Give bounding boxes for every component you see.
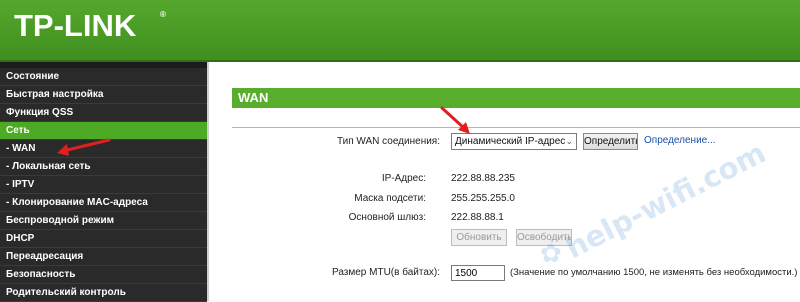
tp-link-logo: TP-LINK ® (14, 8, 166, 43)
sidebar-item-status[interactable]: Состояние (0, 68, 207, 86)
sidebar-item-quick-setup[interactable]: Быстрая настройка (0, 86, 207, 104)
sidebar-item-wireless[interactable]: Беспроводной режим (0, 212, 207, 230)
sidebar-item-security[interactable]: Безопасность (0, 266, 207, 284)
mtu-label: Размер MTU(в байтах): (331, 267, 440, 278)
sidebar-item-mac-clone[interactable]: - Клонирование MAC-адреса (0, 194, 207, 212)
detect-button[interactable]: Определить (583, 133, 638, 150)
sidebar-item-parental-control[interactable]: Родительский контроль (0, 284, 207, 302)
trademark-symbol: ® (160, 10, 166, 19)
gateway-value: 222.88.88.1 (451, 212, 504, 223)
mtu-input[interactable] (451, 265, 505, 281)
ip-address-label: IP-Адрес: (381, 173, 426, 184)
header-bar: TP-LINK ® (0, 0, 800, 62)
subnet-mask-value: 255.255.255.0 (451, 193, 515, 204)
wifi-icon: ✿ (540, 238, 562, 268)
renew-button[interactable]: Обновить (451, 229, 507, 246)
sidebar-item-qss[interactable]: Функция QSS (0, 104, 207, 122)
chevron-down-icon: ⌄ (565, 136, 573, 146)
sidebar: Состояние Быстрая настройка Функция QSS … (0, 62, 207, 302)
section-divider (232, 127, 800, 128)
annotation-arrow-wan-type (440, 106, 470, 134)
gateway-label: Основной шлюз: (348, 212, 426, 223)
sidebar-item-lan[interactable]: - Локальная сеть (0, 158, 207, 176)
detect-link[interactable]: Определение... (644, 135, 716, 146)
section-title: WAN (232, 88, 800, 108)
content-divider (207, 62, 209, 301)
annotation-arrow-wan (57, 138, 111, 156)
sidebar-item-forwarding[interactable]: Переадресация (0, 248, 207, 266)
wan-type-label: Тип WAN соединения: (336, 136, 440, 147)
sidebar-item-iptv[interactable]: - IPTV (0, 176, 207, 194)
sidebar-item-dhcp[interactable]: DHCP (0, 230, 207, 248)
subnet-mask-label: Маска подсети: (354, 193, 426, 204)
ip-address-value: 222.88.88.235 (451, 173, 515, 184)
